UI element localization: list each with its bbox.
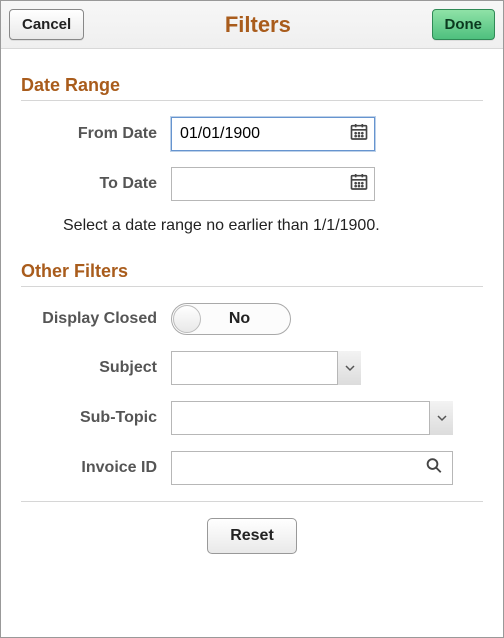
dialog-title: Filters <box>84 12 431 38</box>
reset-button[interactable]: Reset <box>207 518 297 554</box>
to-date-field <box>171 167 375 201</box>
invoice-id-field <box>171 451 453 485</box>
toggle-knob <box>173 305 201 333</box>
dialog-header: Cancel Filters Done <box>1 1 503 49</box>
invoice-id-label: Invoice ID <box>21 459 171 477</box>
invoice-id-input[interactable] <box>171 451 453 485</box>
from-date-label: From Date <box>21 125 171 143</box>
toggle-value-label: No <box>201 310 290 328</box>
cancel-button[interactable]: Cancel <box>9 9 84 40</box>
dialog-content: Date Range From Date <box>1 49 503 574</box>
to-date-row: To Date <box>21 167 483 201</box>
from-date-row: From Date <box>21 117 483 151</box>
footer: Reset <box>21 518 483 554</box>
from-date-field <box>171 117 375 151</box>
invoice-row: Invoice ID <box>21 451 483 485</box>
subtopic-select-wrap <box>171 401 453 435</box>
display-closed-row: Display Closed No <box>21 303 483 335</box>
search-icon[interactable] <box>425 457 443 480</box>
divider <box>21 100 483 101</box>
subtopic-row: Sub-Topic <box>21 401 483 435</box>
date-range-section-title: Date Range <box>21 75 483 96</box>
subject-select[interactable] <box>171 351 361 385</box>
subject-label: Subject <box>21 359 171 377</box>
subject-select-wrap <box>171 351 361 385</box>
subtopic-label: Sub-Topic <box>21 409 171 427</box>
subtopic-select[interactable] <box>171 401 453 435</box>
display-closed-label: Display Closed <box>21 310 171 328</box>
divider <box>21 286 483 287</box>
divider <box>21 501 483 502</box>
date-range-helper-text: Select a date range no earlier than 1/1/… <box>63 217 483 235</box>
other-filters-section-title: Other Filters <box>21 261 483 282</box>
to-date-label: To Date <box>21 175 171 193</box>
from-date-input[interactable] <box>171 117 375 151</box>
subject-row: Subject <box>21 351 483 385</box>
done-button[interactable]: Done <box>432 9 496 40</box>
display-closed-toggle[interactable]: No <box>171 303 291 335</box>
to-date-input[interactable] <box>171 167 375 201</box>
